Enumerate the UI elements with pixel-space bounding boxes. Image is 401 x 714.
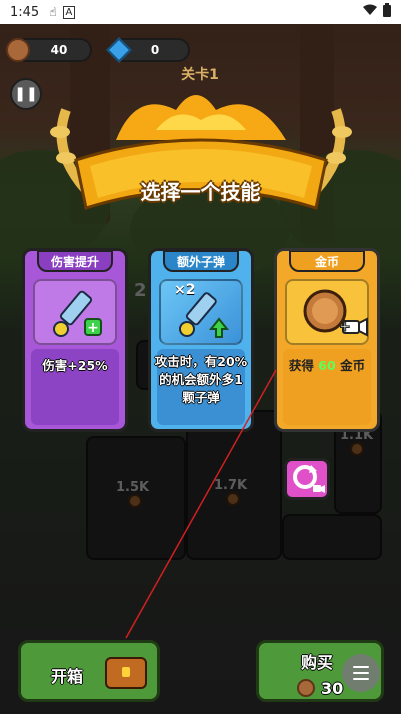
touch-trace-line (125, 369, 277, 639)
status-time: 1:45 (10, 4, 40, 20)
status-bar: 1:45 ☝ A (0, 0, 401, 24)
battery-icon (383, 3, 391, 21)
menu-fab-button[interactable] (342, 654, 380, 692)
wifi-icon (363, 4, 377, 20)
touch-icon: ☝ (49, 5, 57, 19)
menu-icon (353, 666, 369, 668)
a-icon: A (62, 5, 76, 19)
